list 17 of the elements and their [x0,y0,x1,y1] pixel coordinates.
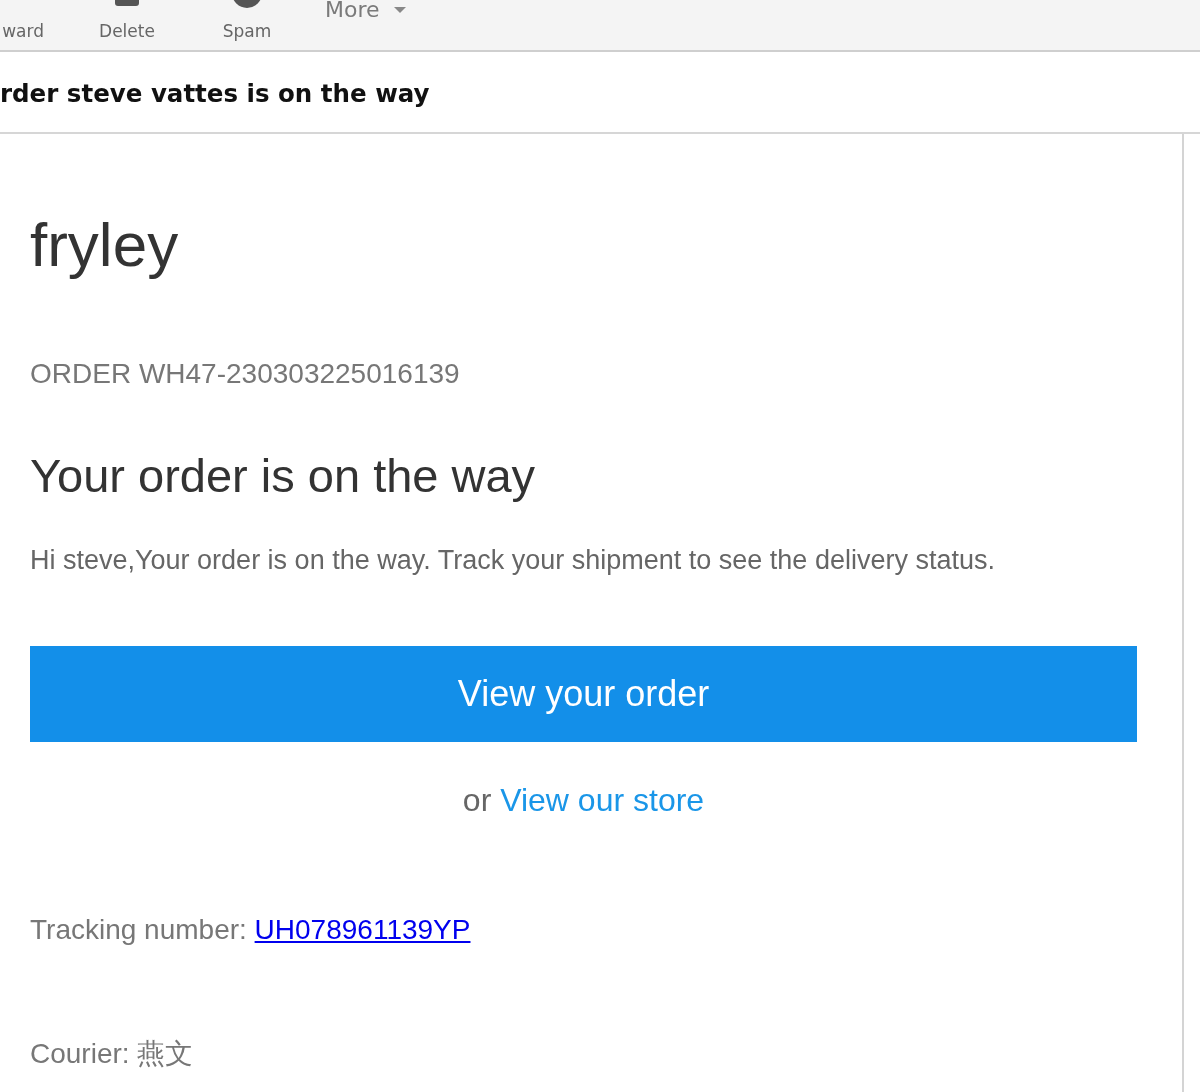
courier-text: Courier: 燕文 [30,1038,195,1070]
caret-icon [393,7,406,13]
order-number: ORDER WH47-230303225016139 [30,357,461,391]
email-heading: Your order is on the way [30,448,537,504]
forward-button[interactable]: ward [2,21,44,41]
store-link-text: or View our store [461,781,706,819]
message-text: Hi steve,Your order is on the way. Track your shipment to see the delivery status. [30,544,996,576]
email-subject: rder steve vattes is on the way [0,79,430,109]
view-order-button[interactable]: View your order [30,646,1137,742]
store-link[interactable]: View our store [500,782,705,818]
trash-icon [115,0,139,6]
delete-button[interactable]: Delete [99,0,155,41]
tracking-number-text: Tracking number: UH078961139YP [30,914,472,946]
tracking-link[interactable]: UH078961139YP [254,914,471,945]
more-button[interactable]: More [325,0,406,20]
brand-name: fryley [30,209,180,281]
spam-button[interactable]: Spam [222,0,272,41]
